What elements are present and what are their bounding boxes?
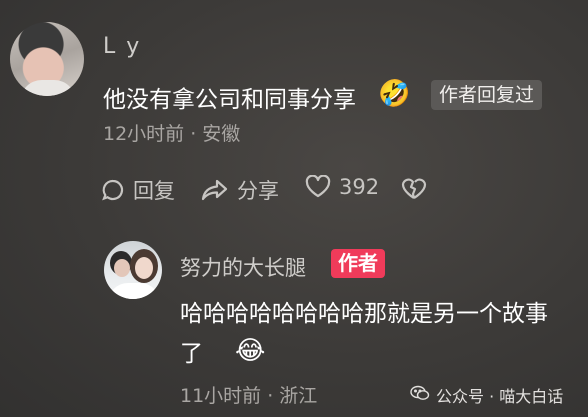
share-arrow-icon [201,178,229,202]
reply-meta: 11小时前 · 浙江 [180,385,318,407]
rofl-emoji-icon: 🤣 [378,79,411,109]
tears-of-joy-emoji-icon: 😂 [235,336,266,366]
reply-username[interactable]: 努力的大长腿 [180,252,306,282]
chat-bubble-icon [101,178,125,202]
comment-username[interactable]: L y [103,34,141,59]
like-button[interactable]: 392 [305,175,379,199]
reply-button[interactable]: 回复 [101,175,175,205]
watermark: 公众号 · 喵大白话 [410,383,563,407]
wechat-icon [410,385,430,405]
comment-meta: 12小时前 · 安徽 [103,123,241,145]
broken-heart-icon [401,177,427,201]
author-badge: 作者 [331,249,385,278]
like-count: 392 [339,175,380,199]
dislike-button[interactable] [401,177,427,201]
heart-icon [305,175,331,199]
watermark-label: 公众号 · 喵大白话 [436,387,564,406]
author-avatar[interactable] [104,241,162,299]
user-avatar[interactable] [10,22,84,96]
share-button[interactable]: 分享 [201,175,279,205]
author-replied-badge: 作者回复过 [431,80,543,110]
share-label: 分享 [237,179,279,203]
reply-label: 回复 [133,179,175,203]
comment-text: 他没有拿公司和同事分享 [103,87,356,113]
